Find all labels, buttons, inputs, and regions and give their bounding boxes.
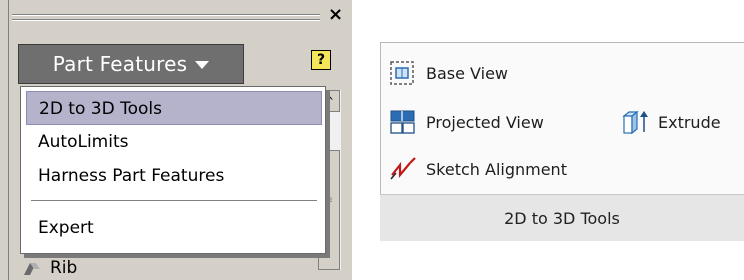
sketch-alignment-label: Sketch Alignment	[426, 159, 567, 179]
help-icon[interactable]: ?	[311, 50, 331, 70]
panel-titlebar[interactable]	[9, 0, 352, 40]
projected-view-icon	[390, 110, 415, 134]
extrude-icon	[622, 110, 648, 135]
list-item-rib[interactable]: Rib	[22, 258, 77, 278]
sketch-alignment-button[interactable]: Sketch Alignment	[388, 152, 567, 186]
projected-view-label: Projected View	[426, 112, 544, 132]
titlebar-grip[interactable]	[12, 19, 320, 20]
close-icon[interactable]: ×	[328, 6, 343, 24]
panel-left-edge	[0, 0, 9, 280]
menu-item-2d-to-3d-tools[interactable]: 2D to 3D Tools	[26, 91, 322, 125]
projected-view-button[interactable]: Projected View	[388, 105, 544, 139]
menu-item-harness-part-features[interactable]: Harness Part Features	[26, 159, 322, 193]
base-view-icon	[390, 61, 414, 85]
titlebar-grip[interactable]	[12, 14, 320, 15]
extrude-button[interactable]: Extrude	[620, 105, 721, 139]
part-features-label: Part Features	[52, 52, 188, 76]
base-view-button[interactable]: Base View	[388, 56, 508, 90]
part-features-panel: × Part Features ? ^ ≡ Rib 2D to 3D Tools…	[0, 0, 352, 280]
extrude-label: Extrude	[658, 112, 721, 132]
caret-down-icon	[195, 61, 210, 69]
base-view-label: Base View	[426, 63, 509, 83]
part-features-dropdown-button[interactable]: Part Features	[18, 44, 244, 84]
menu-item-expert[interactable]: Expert	[26, 211, 322, 245]
ribbon-group-label: 2D to 3D Tools	[380, 194, 744, 241]
rib-icon	[24, 263, 40, 275]
part-features-dropdown-menu: 2D to 3D Tools AutoLimits Harness Part F…	[20, 86, 326, 254]
sketch-alignment-icon	[390, 157, 416, 180]
menu-item-autolimits[interactable]: AutoLimits	[26, 125, 322, 159]
list-item-label: Rib	[50, 258, 78, 278]
menu-separator	[31, 200, 317, 201]
